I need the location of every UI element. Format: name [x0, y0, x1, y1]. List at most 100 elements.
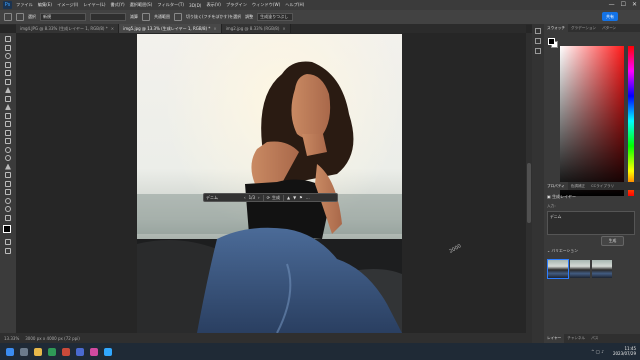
brush-tool-icon[interactable]: [5, 104, 11, 110]
dodge-tool-icon[interactable]: [5, 155, 11, 161]
eraser-tool-icon[interactable]: [5, 129, 11, 136]
flag-icon[interactable]: ⚑: [299, 195, 303, 200]
menu-filter[interactable]: フィルター(T): [157, 2, 184, 8]
tool-preset-icon[interactable]: [16, 13, 24, 21]
pen-tool-icon[interactable]: [5, 163, 11, 170]
share-button[interactable]: 共有: [602, 12, 618, 21]
foreground-color[interactable]: [548, 38, 555, 45]
hand-tool-icon[interactable]: [5, 197, 11, 204]
menu-image[interactable]: イメージ(I): [57, 2, 78, 8]
menu-3d[interactable]: 3D(D): [189, 3, 201, 8]
gear-icon[interactable]: [174, 13, 182, 21]
close-tab-icon[interactable]: ×: [111, 26, 114, 31]
tab-paths[interactable]: パス: [588, 334, 601, 343]
crop-tool-icon[interactable]: [5, 70, 11, 76]
document-image[interactable]: [137, 34, 402, 333]
menu-plugins[interactable]: プラグイン: [226, 2, 247, 8]
tab-img5[interactable]: img5.jpg @ 13.3% (生成レイヤー 1, RGB/8) * ×: [119, 24, 222, 33]
tab-swatches[interactable]: スウォッチ: [544, 24, 568, 32]
blur-tool-icon[interactable]: [5, 146, 11, 153]
menu-help[interactable]: ヘルプ(H): [285, 2, 304, 8]
more-options-button[interactable]: …: [306, 195, 310, 200]
mode-select[interactable]: 新規: [40, 13, 86, 21]
healing-brush-tool-icon[interactable]: [5, 95, 11, 102]
tab-properties[interactable]: プロパティ: [544, 182, 568, 190]
zoom-level[interactable]: 13.33%: [4, 336, 19, 341]
brush-panel-icon[interactable]: [535, 48, 541, 54]
quick-mask-icon[interactable]: [5, 239, 11, 245]
more-tools-icon[interactable]: [5, 214, 11, 221]
tab-gradients[interactable]: グラデーション: [568, 24, 599, 32]
variation-thumb-2[interactable]: [570, 260, 590, 278]
object-select-tool-icon[interactable]: [5, 61, 11, 68]
gen-fill-select[interactable]: 生成塗りつぶし: [257, 13, 294, 21]
color-picker-field[interactable]: [560, 46, 624, 196]
minimize-button[interactable]: —: [609, 1, 615, 8]
tab-layers[interactable]: レイヤー: [544, 334, 565, 343]
thumbs-down-icon[interactable]: ▼: [293, 195, 296, 200]
close-button[interactable]: ✕: [632, 1, 637, 8]
clock[interactable]: 11:45 2023/07/29: [613, 346, 636, 356]
gradient-tool-icon[interactable]: [5, 138, 11, 144]
menu-view[interactable]: 表示(V): [206, 2, 221, 8]
file-explorer-icon[interactable]: [34, 347, 42, 356]
tab-img2[interactable]: img2.jpg @ 8.33% (RGB/8) ×: [221, 24, 291, 33]
rectangle-tool-icon[interactable]: [5, 189, 11, 195]
variation-thumb-3[interactable]: [592, 260, 612, 278]
panel-color-swatches[interactable]: [548, 38, 558, 48]
checkbox-icon[interactable]: [142, 13, 150, 21]
path-select-tool-icon[interactable]: [5, 180, 11, 187]
system-tray-icon[interactable]: ^ ◯ ♪: [591, 349, 604, 354]
tab-img4[interactable]: img4.JPG @ 8.33% (生成レイヤー 1, RGB/8) * ×: [16, 24, 120, 33]
prompt-field[interactable]: デニム: [206, 195, 244, 201]
scrollbar-thumb[interactable]: [527, 163, 531, 223]
feather-input[interactable]: [90, 13, 126, 21]
frame-tool-icon[interactable]: [5, 78, 11, 85]
maximize-button[interactable]: ☐: [621, 1, 626, 8]
variation-thumb-1[interactable]: [547, 259, 569, 279]
close-tab-icon[interactable]: ×: [213, 26, 216, 31]
app-icon[interactable]: [90, 347, 98, 356]
prompt-textarea[interactable]: デニム: [547, 211, 635, 235]
intersect-option[interactable]: 共通範囲: [154, 14, 170, 20]
search-icon[interactable]: [20, 347, 28, 356]
menu-file[interactable]: ファイル: [16, 2, 33, 8]
history-brush-tool-icon[interactable]: [5, 121, 11, 127]
start-icon[interactable]: [6, 347, 14, 356]
thumbs-up-icon[interactable]: ▲: [287, 195, 290, 200]
clone-stamp-tool-icon[interactable]: [5, 112, 11, 119]
store-icon[interactable]: [76, 347, 84, 356]
close-tab-icon[interactable]: ×: [282, 26, 285, 31]
tab-channels[interactable]: チャンネル: [564, 334, 588, 343]
prev-variation-icon[interactable]: ‹: [244, 195, 246, 200]
tab-adjustments[interactable]: 色調補正: [568, 182, 588, 190]
eyedropper-tool-icon[interactable]: [5, 87, 11, 93]
photoshop-taskbar-icon[interactable]: [104, 347, 112, 356]
home-icon[interactable]: [4, 13, 12, 21]
menu-type[interactable]: 書式(Y): [110, 2, 124, 8]
menu-select[interactable]: 選択範囲(S): [130, 2, 153, 8]
panel-generate-button[interactable]: 生成: [601, 236, 624, 246]
lasso-tool-icon[interactable]: [5, 53, 11, 59]
next-variation-icon[interactable]: ›: [258, 195, 260, 200]
screen-mode-icon[interactable]: [5, 247, 11, 254]
refine-option[interactable]: 切り抜く(フチをぼかす)を選択: [186, 14, 241, 20]
zoom-tool-icon[interactable]: [5, 206, 11, 212]
color-swatches[interactable]: [3, 225, 14, 236]
generate-button[interactable]: 生成: [272, 195, 280, 201]
app-icon[interactable]: [62, 347, 70, 356]
menu-edit[interactable]: 編集(E): [38, 2, 52, 8]
tab-cc-libraries[interactable]: CCライブラリ: [588, 182, 617, 190]
menu-window[interactable]: ウィンドウ(W): [252, 2, 280, 8]
type-tool-icon[interactable]: [5, 172, 11, 178]
foreground-color[interactable]: [3, 225, 11, 233]
menu-layer[interactable]: レイヤー(L): [83, 2, 105, 8]
marquee-tool-icon[interactable]: [5, 44, 11, 51]
tab-patterns[interactable]: パターン: [599, 24, 619, 32]
hue-slider[interactable]: [628, 46, 634, 196]
generate-icon[interactable]: ⟳: [267, 195, 270, 200]
edge-icon[interactable]: [48, 347, 56, 356]
subtract-option[interactable]: 減算: [130, 14, 138, 20]
history-panel-icon[interactable]: [535, 28, 541, 34]
info-panel-icon[interactable]: [535, 38, 541, 44]
